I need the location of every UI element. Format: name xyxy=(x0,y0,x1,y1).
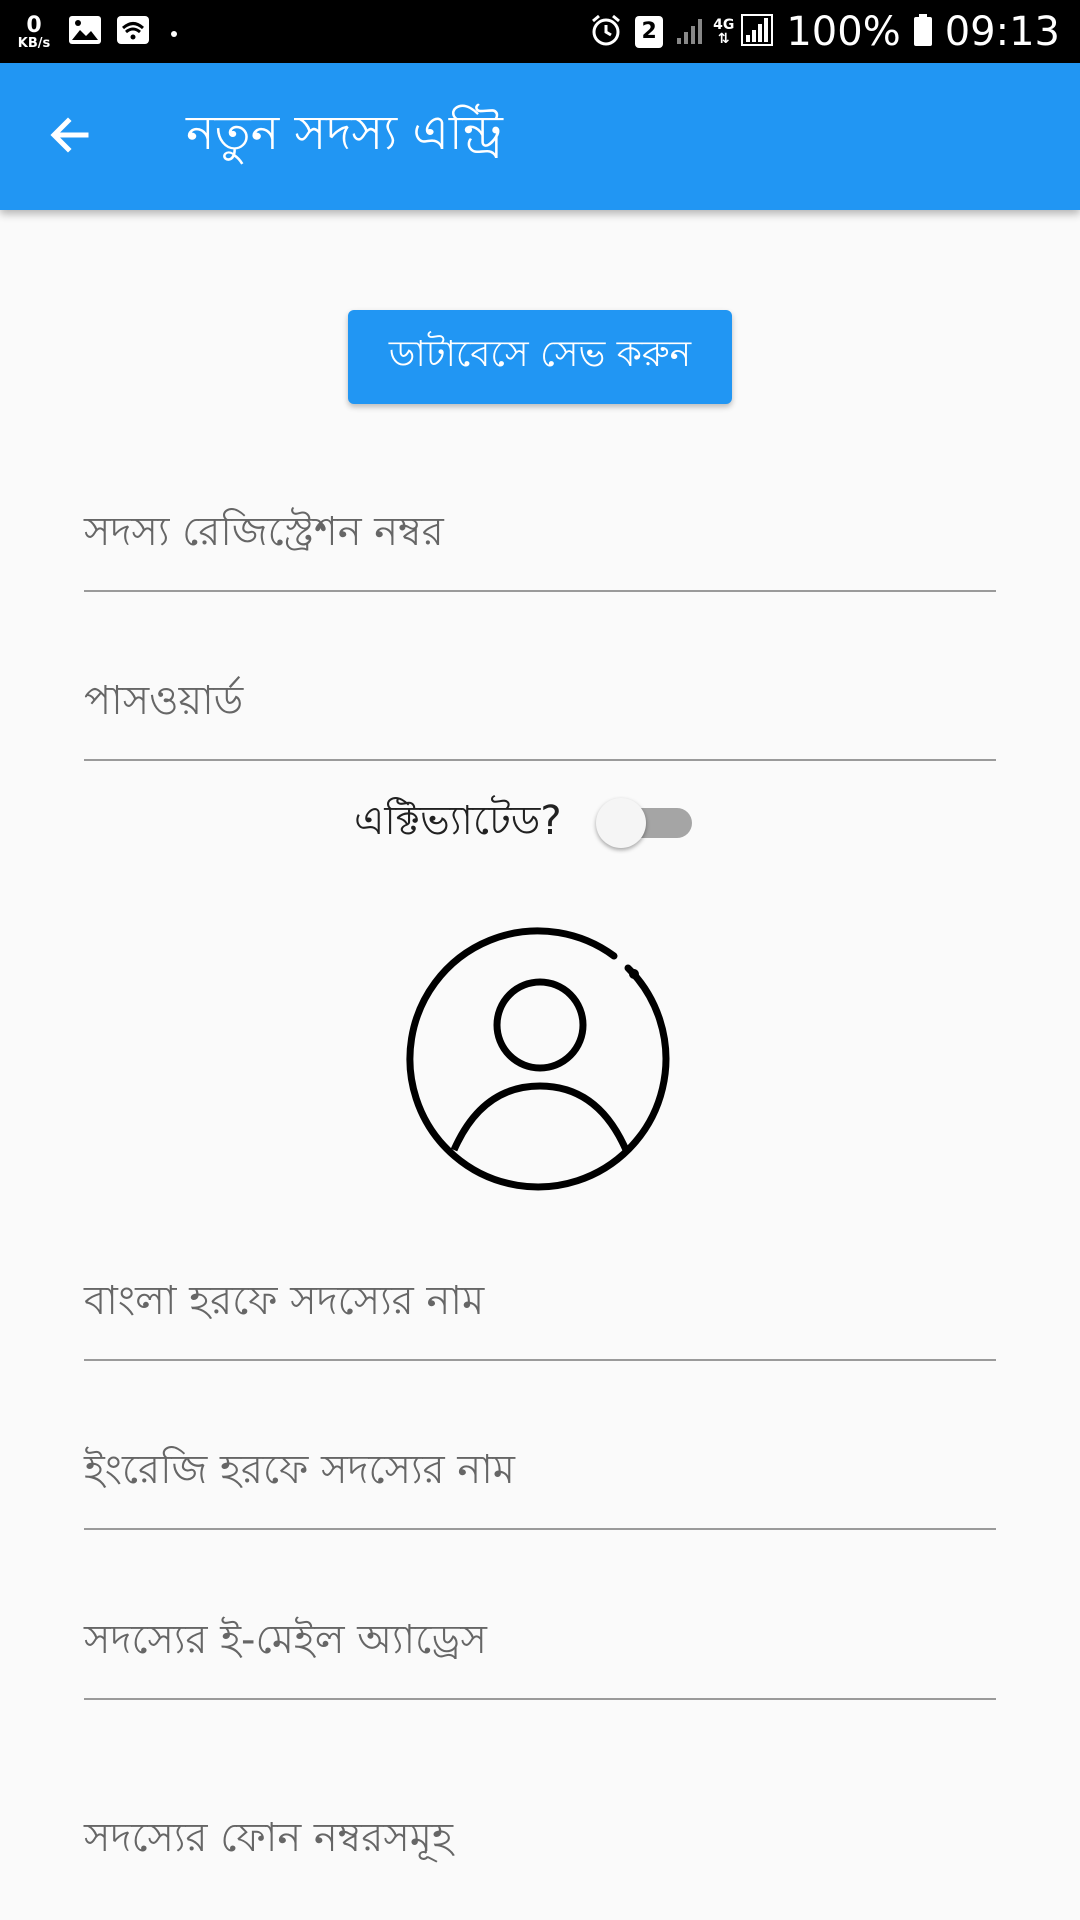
name-english-field[interactable]: ইংরেজি হরফে সদস্যের নাম xyxy=(84,1408,996,1530)
email-field[interactable]: সদস্যের ই-মেইল অ্যাড্রেস xyxy=(84,1578,996,1700)
data-arrows-icon: ⇅ xyxy=(717,30,730,47)
clock: 09:13 xyxy=(944,8,1060,55)
activated-toggle-row: এক্টিভ্যাটেড? xyxy=(0,790,1080,854)
notification-dot-icon xyxy=(170,23,178,42)
wifi-hotspot-icon xyxy=(116,15,150,49)
registration-number-field[interactable]: সদস্য রেজিস্ট্রেশন নম্বর xyxy=(84,470,996,592)
network-type-indicator: 4G ⇅ xyxy=(713,18,734,46)
registration-number-placeholder: সদস্য রেজিস্ট্রেশন নম্বর xyxy=(84,509,444,555)
sim-slot-badge: 2 xyxy=(635,15,664,48)
name-english-placeholder: ইংরেজি হরফে সদস্যের নাম xyxy=(84,1447,516,1493)
signal-icon-sim2 xyxy=(740,13,774,51)
name-bangla-placeholder: বাংলা হরফে সদস্যের নাম xyxy=(84,1278,485,1324)
phone-numbers-placeholder: সদস্যের ফোন নম্বরসমূহ xyxy=(84,1815,453,1861)
back-button[interactable] xyxy=(36,103,104,171)
network-speed-unit: KB/s xyxy=(17,35,51,51)
network-speed-indicator: 0 KB/s xyxy=(14,12,54,51)
battery-percentage: 100% xyxy=(786,8,901,55)
save-to-database-button[interactable]: ডাটাবেসে সেভ করুন xyxy=(348,310,732,404)
password-field[interactable]: পাসওয়ার্ড xyxy=(84,639,996,761)
status-bar: 0 KB/s 2 4G ⇅ 100% 09:13 xyxy=(0,0,1080,63)
name-bangla-field[interactable]: বাংলা হরফে সদস্যের নাম xyxy=(84,1239,996,1361)
gallery-icon xyxy=(68,15,102,49)
activated-label: এক্টিভ্যাটেড? xyxy=(354,797,562,844)
avatar-picker[interactable] xyxy=(402,918,678,1194)
alarm-icon xyxy=(589,13,623,51)
account-circle-icon xyxy=(402,927,678,1198)
switch-thumb xyxy=(596,798,646,848)
signal-icon-sim1 xyxy=(675,14,707,50)
network-speed-value: 0 xyxy=(26,12,42,38)
app-bar: নতুন সদস্য এন্ট্রি xyxy=(0,63,1080,210)
page-title: নতুন সদস্য এন্ট্রি xyxy=(186,105,503,161)
password-placeholder: পাসওয়ার্ড xyxy=(84,678,244,724)
phone-numbers-field[interactable]: সদস্যের ফোন নম্বরসমূহ xyxy=(84,1776,996,1896)
activated-switch[interactable] xyxy=(596,798,694,848)
email-placeholder: সদস্যের ই-মেইল অ্যাড্রেস xyxy=(84,1617,487,1663)
battery-icon xyxy=(913,13,933,51)
network-type-label: 4G xyxy=(713,16,735,33)
status-right: 2 4G ⇅ 100% 09:13 xyxy=(589,0,1060,63)
status-left: 0 KB/s xyxy=(14,6,178,58)
arrow-left-icon xyxy=(46,111,94,163)
